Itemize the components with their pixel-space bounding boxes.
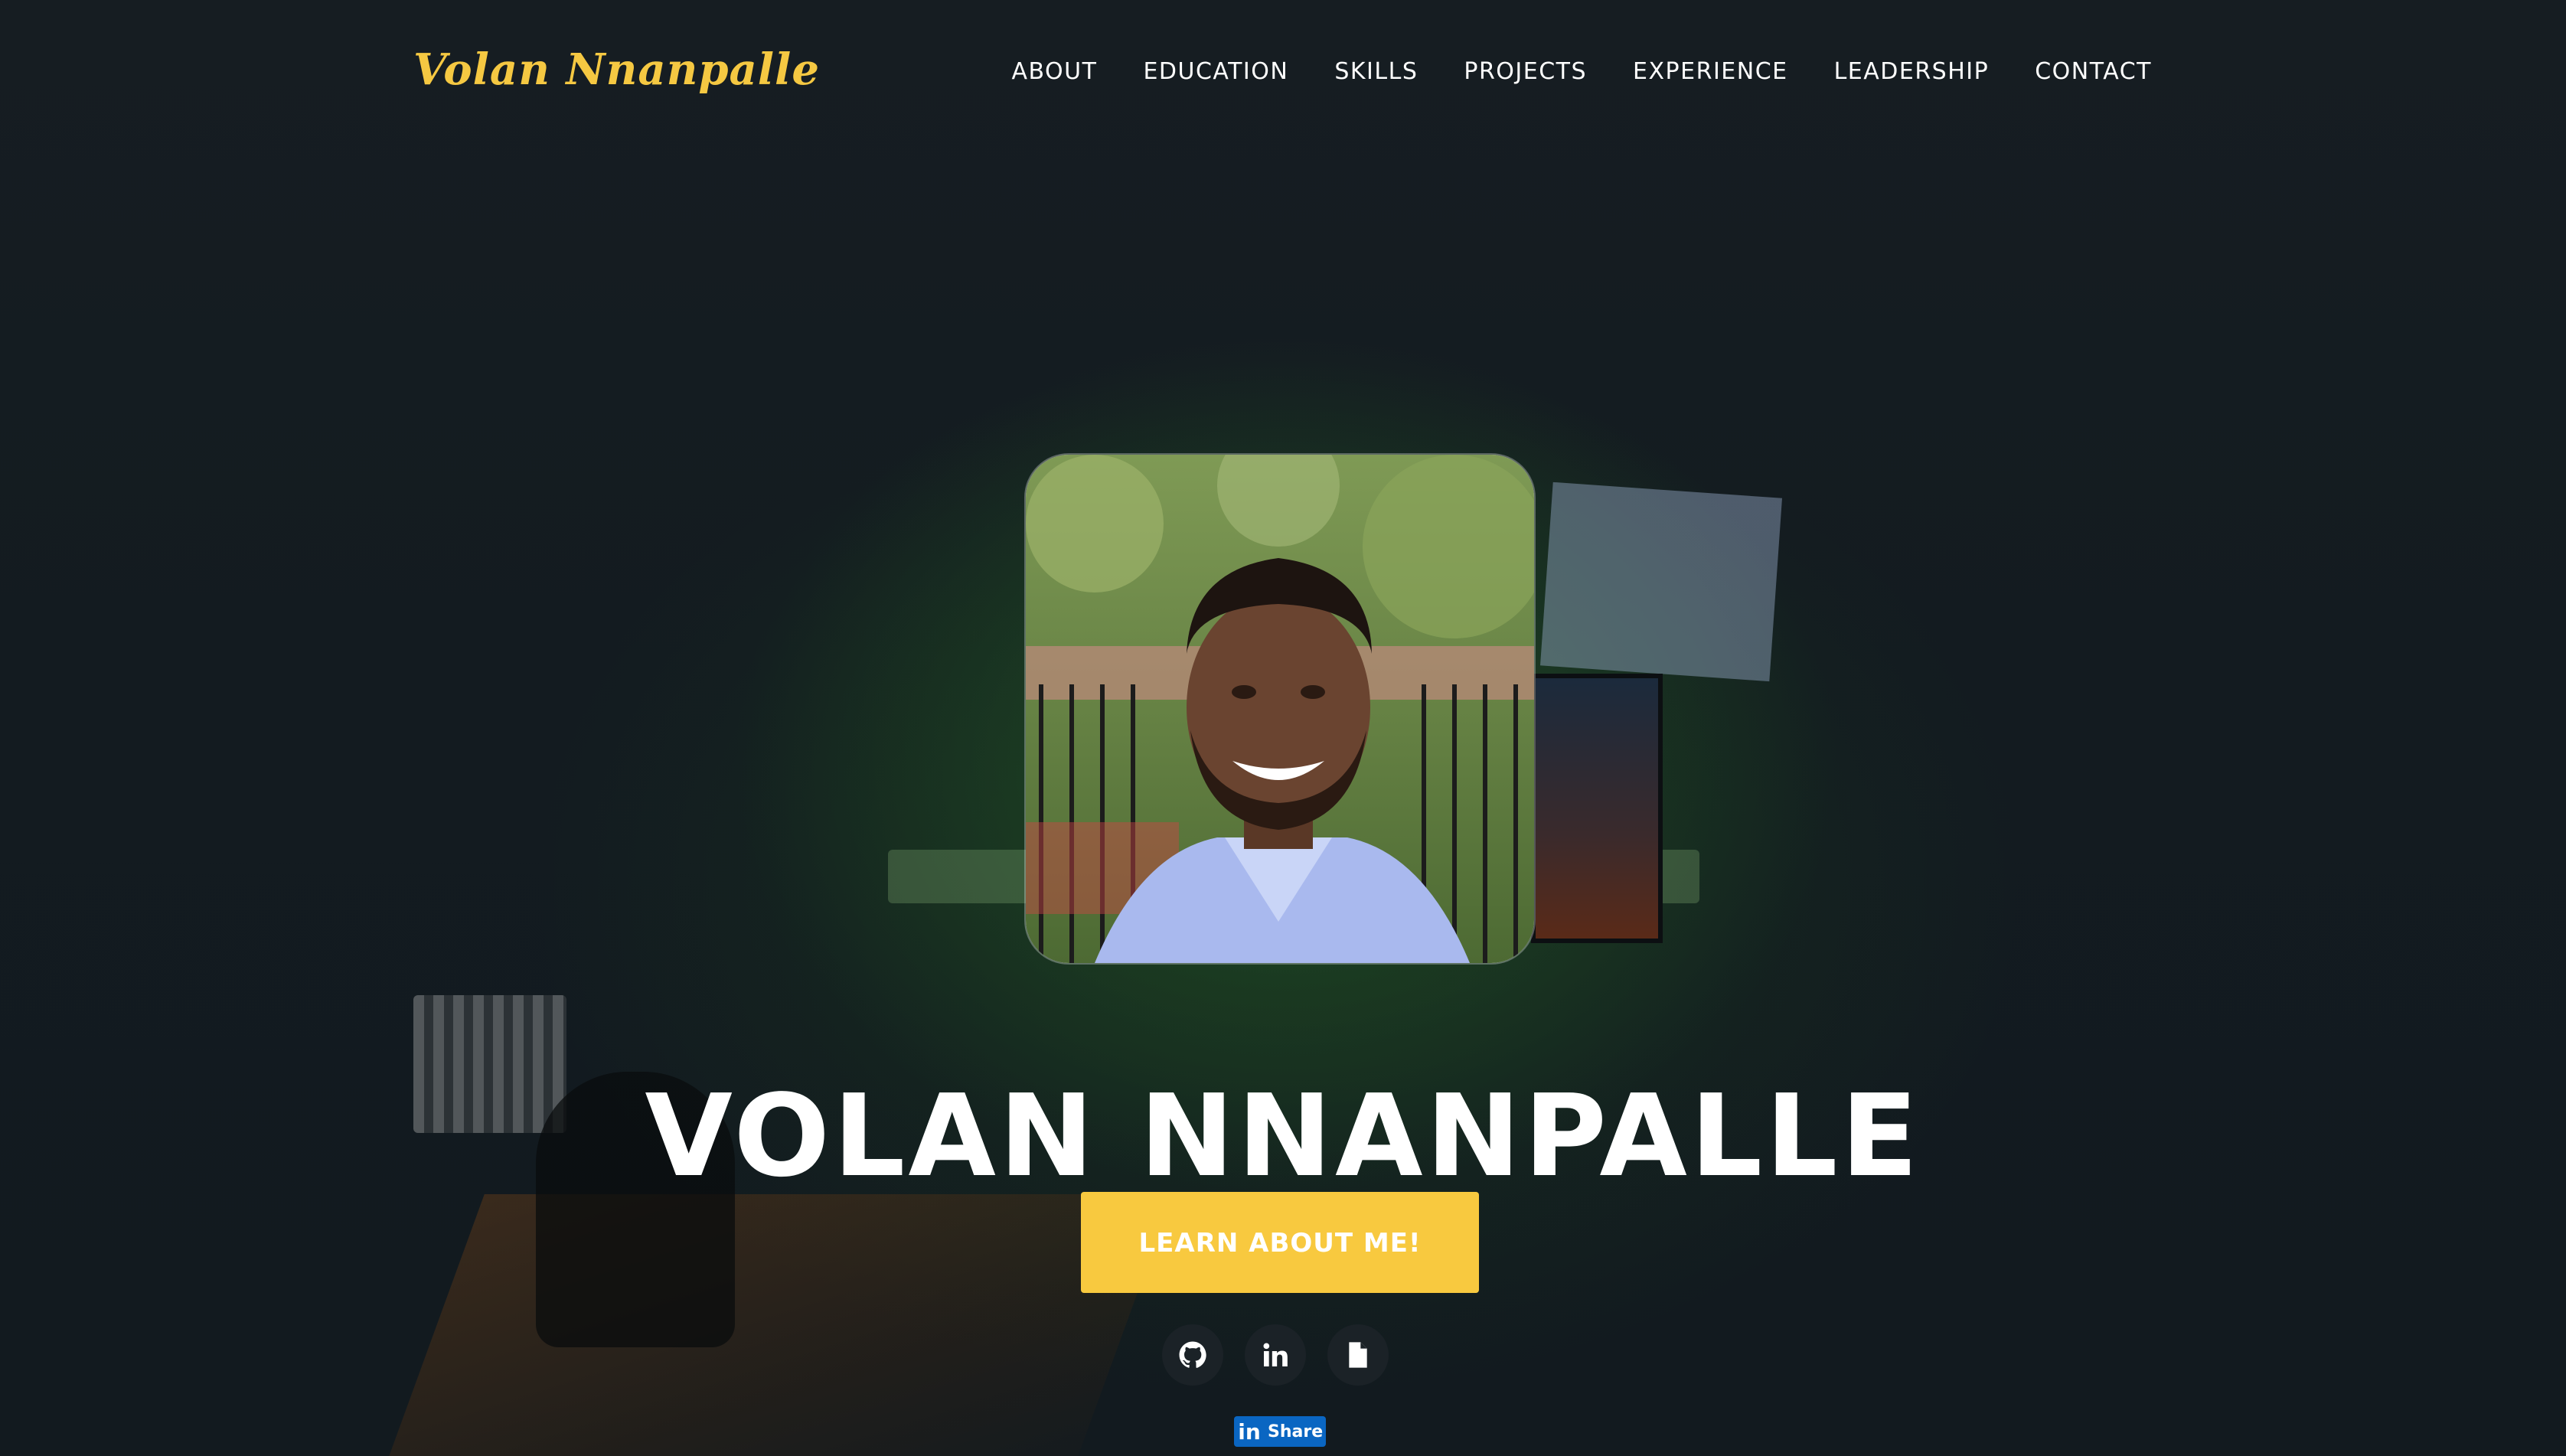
linkedin-share-logo: in	[1238, 1418, 1261, 1445]
nav-link-contact[interactable]: CONTACT	[2035, 58, 2152, 85]
profile-photo-illustration	[1026, 455, 1534, 963]
github-link[interactable]	[1162, 1324, 1223, 1386]
social-links	[1162, 1324, 1389, 1386]
linkedin-share-button[interactable]: in Share	[1234, 1416, 1326, 1447]
nav-item-projects: PROJECTS	[1464, 58, 1587, 85]
document-icon	[1349, 1342, 1367, 1368]
background-monitor	[1531, 674, 1663, 943]
top-navigation: Volan Nnanpalle ABOUT EDUCATION SKILLS P…	[0, 0, 2566, 145]
nav-link-skills[interactable]: SKILLS	[1334, 58, 1418, 85]
nav-link-leadership[interactable]: LEADERSHIP	[1834, 58, 1990, 85]
profile-photo	[1026, 455, 1534, 963]
nav-menu: ABOUT EDUCATION SKILLS PROJECTS EXPERIEN…	[1011, 58, 2152, 85]
github-icon	[1179, 1341, 1206, 1368]
nav-item-about: ABOUT	[1011, 58, 1097, 85]
nav-item-education: EDUCATION	[1143, 58, 1288, 85]
learn-about-me-button[interactable]: LEARN ABOUT ME!	[1081, 1192, 1479, 1293]
background-floor	[373, 1194, 1174, 1456]
hero-name: VOLAN NNANPALLE	[645, 1070, 1921, 1203]
background-poster	[1539, 482, 1783, 682]
nav-item-skills: SKILLS	[1334, 58, 1418, 85]
nav-link-projects[interactable]: PROJECTS	[1464, 58, 1587, 85]
linkedin-icon	[1263, 1343, 1288, 1366]
linkedin-share-label: Share	[1268, 1422, 1324, 1441]
nav-link-education[interactable]: EDUCATION	[1143, 58, 1288, 85]
linkedin-link[interactable]	[1245, 1324, 1306, 1386]
resume-link[interactable]	[1327, 1324, 1389, 1386]
brand-logo[interactable]: Volan Nnanpalle	[413, 44, 820, 95]
nav-link-about[interactable]: ABOUT	[1011, 58, 1097, 85]
nav-link-experience[interactable]: EXPERIENCE	[1633, 58, 1788, 85]
nav-item-experience: EXPERIENCE	[1633, 58, 1788, 85]
nav-item-leadership: LEADERSHIP	[1834, 58, 1990, 85]
nav-item-contact: CONTACT	[2035, 58, 2152, 85]
page: Volan Nnanpalle ABOUT EDUCATION SKILLS P…	[0, 0, 2566, 1456]
